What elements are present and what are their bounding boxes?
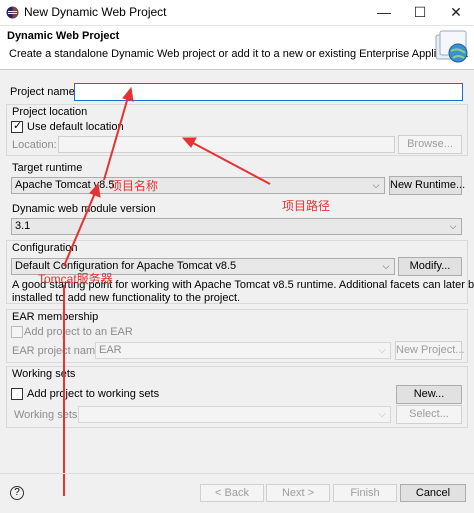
- configuration-label: Configuration: [12, 242, 78, 254]
- target-runtime-label: Target runtime: [12, 162, 83, 174]
- minimize-button[interactable]: —: [372, 2, 396, 22]
- chevron-down-icon: ⌵: [378, 345, 386, 355]
- module-version-label: Dynamic web module version: [12, 203, 156, 215]
- close-button[interactable]: ✕: [444, 2, 468, 22]
- chevron-down-icon: ⌵: [449, 221, 457, 231]
- browse-button[interactable]: Browse...: [398, 135, 462, 154]
- target-runtime-select[interactable]: Apache Tomcat v8.5 ⌵: [11, 177, 385, 194]
- footer-divider: [0, 473, 474, 474]
- new-runtime-button[interactable]: New Runtime...: [389, 176, 465, 195]
- chevron-down-icon: ⌵: [382, 261, 390, 271]
- use-default-location-checkbox[interactable]: ✓: [11, 120, 23, 133]
- new-ear-project-button[interactable]: New Project...: [395, 341, 464, 360]
- window-title: New Dynamic Web Project: [24, 5, 167, 19]
- add-to-working-sets-label: Add project to working sets: [27, 388, 160, 400]
- add-to-working-sets-checkbox[interactable]: [11, 388, 23, 400]
- checkmark-icon: ✓: [13, 120, 23, 132]
- chevron-down-icon: ⌵: [378, 409, 386, 419]
- module-version-value: 3.1: [15, 220, 31, 232]
- modify-button[interactable]: Modify...: [398, 257, 462, 276]
- annotation-project-path: 项目路径: [282, 199, 331, 213]
- title-bar: New Dynamic Web Project — ☐ ✕: [0, 0, 474, 26]
- project-location-group-label: Project location: [12, 106, 88, 118]
- back-button[interactable]: < Back: [200, 484, 264, 502]
- ear-project-name-label: EAR project name:: [12, 345, 105, 357]
- eclipse-icon: [6, 6, 19, 19]
- add-to-ear-checkbox[interactable]: [11, 326, 23, 338]
- chevron-down-icon: ⌵: [372, 180, 380, 190]
- configuration-description-line2: installed to add new functionality to th…: [12, 292, 241, 304]
- annotation-project-name: 项目名称: [110, 179, 159, 193]
- help-icon[interactable]: ?: [10, 486, 24, 500]
- wizard-header: Dynamic Web Project Create a standalone …: [0, 26, 474, 70]
- new-working-set-button[interactable]: New...: [396, 385, 462, 404]
- location-label: Location:: [12, 139, 57, 151]
- target-runtime-value: Apache Tomcat v8.5: [15, 179, 115, 191]
- project-name-input[interactable]: [74, 83, 463, 101]
- select-working-sets-button[interactable]: Select...: [396, 405, 462, 424]
- wizard-description: Create a standalone Dynamic Web project …: [9, 48, 469, 60]
- add-to-ear-label: Add project to an EAR: [24, 326, 133, 338]
- working-sets-select[interactable]: ⌵: [78, 406, 391, 423]
- ear-project-name-value: EAR: [99, 344, 122, 356]
- wizard-title: Dynamic Web Project: [7, 30, 120, 42]
- annotation-tomcat-server: Tomcat服务器: [38, 272, 113, 286]
- ear-project-name-select[interactable]: EAR ⌵: [95, 342, 391, 359]
- next-button[interactable]: Next >: [266, 484, 330, 502]
- location-input[interactable]: [58, 136, 395, 153]
- project-name-label: Project name:: [10, 86, 78, 98]
- web-project-banner-icon: [435, 30, 468, 63]
- finish-button[interactable]: Finish: [333, 484, 397, 502]
- ear-membership-label: EAR membership: [12, 311, 99, 323]
- use-default-location-label: Use default location: [27, 121, 124, 133]
- cancel-button[interactable]: Cancel: [400, 484, 466, 502]
- working-sets-label: Working sets:: [14, 409, 81, 421]
- maximize-button[interactable]: ☐: [408, 2, 432, 22]
- working-sets-group-label: Working sets: [12, 368, 76, 380]
- module-version-select[interactable]: 3.1 ⌵: [11, 218, 462, 235]
